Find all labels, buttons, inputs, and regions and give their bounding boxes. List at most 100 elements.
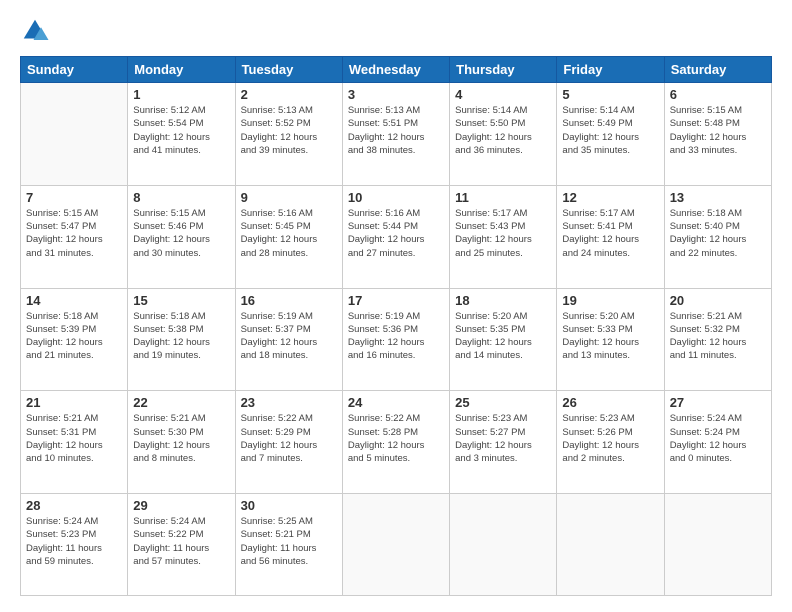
calendar-cell: 14 Sunrise: 5:18 AMSunset: 5:39 PMDayligh… xyxy=(21,288,128,391)
day-info: Sunrise: 5:18 AMSunset: 5:40 PMDaylight:… xyxy=(670,207,766,260)
calendar-cell xyxy=(557,494,664,596)
day-number: 17 xyxy=(348,293,444,308)
day-info: Sunrise: 5:24 AMSunset: 5:22 PMDaylight:… xyxy=(133,515,229,568)
day-info: Sunrise: 5:13 AMSunset: 5:51 PMDaylight:… xyxy=(348,104,444,157)
day-number: 11 xyxy=(455,190,551,205)
week-row-3: 14 Sunrise: 5:18 AMSunset: 5:39 PMDayligh… xyxy=(21,288,772,391)
weekday-header-wednesday: Wednesday xyxy=(342,57,449,83)
day-number: 29 xyxy=(133,498,229,513)
calendar-cell: 10 Sunrise: 5:16 AMSunset: 5:44 PMDayligh… xyxy=(342,185,449,288)
calendar-table: SundayMondayTuesdayWednesdayThursdayFrid… xyxy=(20,56,772,596)
logo-icon xyxy=(20,16,50,46)
day-number: 12 xyxy=(562,190,658,205)
calendar-cell: 5 Sunrise: 5:14 AMSunset: 5:49 PMDaylight… xyxy=(557,83,664,186)
day-number: 21 xyxy=(26,395,122,410)
calendar-cell: 26 Sunrise: 5:23 AMSunset: 5:26 PMDayligh… xyxy=(557,391,664,494)
day-info: Sunrise: 5:17 AMSunset: 5:43 PMDaylight:… xyxy=(455,207,551,260)
page: SundayMondayTuesdayWednesdayThursdayFrid… xyxy=(0,0,792,612)
calendar-cell: 8Sunrise: 5:15 AMSunset: 5:46 PMDaylight… xyxy=(128,185,235,288)
logo xyxy=(20,16,54,46)
day-number: 23 xyxy=(241,395,337,410)
day-number: 5 xyxy=(562,87,658,102)
day-info: Sunrise: 5:21 AMSunset: 5:30 PMDaylight:… xyxy=(133,412,229,465)
weekday-header-tuesday: Tuesday xyxy=(235,57,342,83)
calendar-cell: 13 Sunrise: 5:18 AMSunset: 5:40 PMDayligh… xyxy=(664,185,771,288)
day-info: Sunrise: 5:25 AMSunset: 5:21 PMDaylight:… xyxy=(241,515,337,568)
calendar-cell: 3 Sunrise: 5:13 AMSunset: 5:51 PMDaylight… xyxy=(342,83,449,186)
day-info: Sunrise: 5:20 AMSunset: 5:35 PMDaylight:… xyxy=(455,310,551,363)
calendar-cell: 6 Sunrise: 5:15 AMSunset: 5:48 PMDaylight… xyxy=(664,83,771,186)
day-info: Sunrise: 5:14 AMSunset: 5:49 PMDaylight:… xyxy=(562,104,658,157)
calendar-cell: 11 Sunrise: 5:17 AMSunset: 5:43 PMDayligh… xyxy=(450,185,557,288)
calendar-cell: 20 Sunrise: 5:21 AMSunset: 5:32 PMDayligh… xyxy=(664,288,771,391)
calendar-cell xyxy=(21,83,128,186)
calendar-cell: 19 Sunrise: 5:20 AMSunset: 5:33 PMDayligh… xyxy=(557,288,664,391)
weekday-header-thursday: Thursday xyxy=(450,57,557,83)
day-number: 27 xyxy=(670,395,766,410)
weekday-header-monday: Monday xyxy=(128,57,235,83)
day-number: 18 xyxy=(455,293,551,308)
calendar-cell: 12 Sunrise: 5:17 AMSunset: 5:41 PMDayligh… xyxy=(557,185,664,288)
day-info: Sunrise: 5:22 AMSunset: 5:28 PMDaylight:… xyxy=(348,412,444,465)
day-number: 19 xyxy=(562,293,658,308)
day-number: 13 xyxy=(670,190,766,205)
day-number: 1 xyxy=(133,87,229,102)
calendar-cell xyxy=(450,494,557,596)
calendar-cell: 23 Sunrise: 5:22 AMSunset: 5:29 PMDayligh… xyxy=(235,391,342,494)
day-number: 25 xyxy=(455,395,551,410)
day-info: Sunrise: 5:21 AMSunset: 5:32 PMDaylight:… xyxy=(670,310,766,363)
calendar-cell: 29 Sunrise: 5:24 AMSunset: 5:22 PMDayligh… xyxy=(128,494,235,596)
day-number: 20 xyxy=(670,293,766,308)
day-number: 2 xyxy=(241,87,337,102)
calendar-cell: 9 Sunrise: 5:16 AMSunset: 5:45 PMDaylight… xyxy=(235,185,342,288)
day-number: 22 xyxy=(133,395,229,410)
day-info: Sunrise: 5:18 AMSunset: 5:39 PMDaylight:… xyxy=(26,310,122,363)
day-number: 10 xyxy=(348,190,444,205)
day-info: Sunrise: 5:24 AMSunset: 5:23 PMDaylight:… xyxy=(26,515,122,568)
day-info: Sunrise: 5:19 AMSunset: 5:36 PMDaylight:… xyxy=(348,310,444,363)
calendar-cell: 25 Sunrise: 5:23 AMSunset: 5:27 PMDayligh… xyxy=(450,391,557,494)
weekday-header-row: SundayMondayTuesdayWednesdayThursdayFrid… xyxy=(21,57,772,83)
day-info: Sunrise: 5:15 AMSunset: 5:47 PMDaylight:… xyxy=(26,207,122,260)
day-info: Sunrise: 5:23 AMSunset: 5:26 PMDaylight:… xyxy=(562,412,658,465)
day-info: Sunrise: 5:23 AMSunset: 5:27 PMDaylight:… xyxy=(455,412,551,465)
day-info: Sunrise: 5:24 AMSunset: 5:24 PMDaylight:… xyxy=(670,412,766,465)
calendar-cell: 1 Sunrise: 5:12 AMSunset: 5:54 PMDaylight… xyxy=(128,83,235,186)
day-info: Sunrise: 5:15 AMSunset: 5:48 PMDaylight:… xyxy=(670,104,766,157)
calendar-cell: 24 Sunrise: 5:22 AMSunset: 5:28 PMDayligh… xyxy=(342,391,449,494)
day-number: 28 xyxy=(26,498,122,513)
day-number: 16 xyxy=(241,293,337,308)
day-number: 8 xyxy=(133,190,229,205)
day-info: Sunrise: 5:12 AMSunset: 5:54 PMDaylight:… xyxy=(133,104,229,157)
day-info: Sunrise: 5:16 AMSunset: 5:45 PMDaylight:… xyxy=(241,207,337,260)
day-info: Sunrise: 5:22 AMSunset: 5:29 PMDaylight:… xyxy=(241,412,337,465)
weekday-header-sunday: Sunday xyxy=(21,57,128,83)
day-number: 7 xyxy=(26,190,122,205)
day-number: 3 xyxy=(348,87,444,102)
calendar-cell: 15Sunrise: 5:18 AMSunset: 5:38 PMDayligh… xyxy=(128,288,235,391)
week-row-1: 1 Sunrise: 5:12 AMSunset: 5:54 PMDaylight… xyxy=(21,83,772,186)
day-info: Sunrise: 5:16 AMSunset: 5:44 PMDaylight:… xyxy=(348,207,444,260)
calendar-cell: 17 Sunrise: 5:19 AMSunset: 5:36 PMDayligh… xyxy=(342,288,449,391)
week-row-2: 7 Sunrise: 5:15 AMSunset: 5:47 PMDaylight… xyxy=(21,185,772,288)
day-info: Sunrise: 5:13 AMSunset: 5:52 PMDaylight:… xyxy=(241,104,337,157)
day-number: 9 xyxy=(241,190,337,205)
day-info: Sunrise: 5:19 AMSunset: 5:37 PMDaylight:… xyxy=(241,310,337,363)
calendar-cell: 16 Sunrise: 5:19 AMSunset: 5:37 PMDayligh… xyxy=(235,288,342,391)
day-number: 24 xyxy=(348,395,444,410)
day-number: 26 xyxy=(562,395,658,410)
calendar-cell: 30Sunrise: 5:25 AMSunset: 5:21 PMDayligh… xyxy=(235,494,342,596)
calendar-cell: 4 Sunrise: 5:14 AMSunset: 5:50 PMDaylight… xyxy=(450,83,557,186)
calendar-cell: 28 Sunrise: 5:24 AMSunset: 5:23 PMDayligh… xyxy=(21,494,128,596)
calendar-cell xyxy=(664,494,771,596)
week-row-5: 28 Sunrise: 5:24 AMSunset: 5:23 PMDayligh… xyxy=(21,494,772,596)
day-number: 4 xyxy=(455,87,551,102)
day-number: 6 xyxy=(670,87,766,102)
calendar-cell: 18 Sunrise: 5:20 AMSunset: 5:35 PMDayligh… xyxy=(450,288,557,391)
day-number: 14 xyxy=(26,293,122,308)
day-info: Sunrise: 5:14 AMSunset: 5:50 PMDaylight:… xyxy=(455,104,551,157)
day-info: Sunrise: 5:17 AMSunset: 5:41 PMDaylight:… xyxy=(562,207,658,260)
calendar-cell: 2 Sunrise: 5:13 AMSunset: 5:52 PMDaylight… xyxy=(235,83,342,186)
calendar-cell: 7 Sunrise: 5:15 AMSunset: 5:47 PMDaylight… xyxy=(21,185,128,288)
day-info: Sunrise: 5:20 AMSunset: 5:33 PMDaylight:… xyxy=(562,310,658,363)
